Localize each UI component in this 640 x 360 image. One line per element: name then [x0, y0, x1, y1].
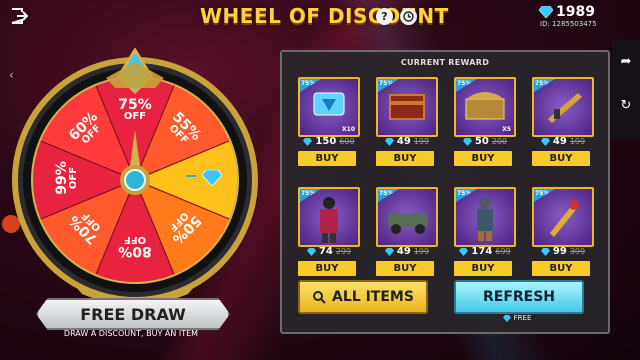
- item-card[interactable]: 75% X10: [298, 77, 360, 137]
- diamond-icon: [459, 247, 469, 256]
- buy-button[interactable]: BUY: [298, 261, 356, 276]
- item-card[interactable]: 75%: [376, 77, 438, 137]
- character-icon: [477, 197, 493, 241]
- diamond-reward-icon: [202, 170, 222, 186]
- buy-button[interactable]: BUY: [454, 151, 512, 166]
- diamond-icon: [384, 247, 394, 256]
- outfit-icon: [320, 197, 338, 243]
- buy-button[interactable]: BUY: [298, 151, 356, 166]
- diamond-icon: [540, 137, 550, 146]
- wheel-percent: 80%: [118, 243, 152, 259]
- old-price: 299: [335, 247, 352, 256]
- diamond-icon: [306, 247, 316, 256]
- arrow-indicator: [186, 175, 196, 177]
- buy-button[interactable]: BUY: [532, 151, 590, 166]
- diamond-balance[interactable]: 1989: [539, 4, 595, 20]
- free-draw-subtitle: DRAW A DISCOUNT, BUY AN ITEM: [63, 329, 199, 338]
- reward-item[interactable]: 75% X10 150 600 BUY: [294, 74, 362, 174]
- price-row: 49 199: [376, 246, 438, 257]
- all-items-button[interactable]: ALL ITEMS: [298, 280, 428, 314]
- reward-item[interactable]: 75% 49 199 BUY: [372, 74, 440, 174]
- price-row: 74 299: [298, 246, 360, 257]
- reward-item[interactable]: 75% 174 699 BUY: [450, 184, 518, 284]
- price: 50: [474, 136, 489, 147]
- reward-item[interactable]: 75% 99 399 BUY: [528, 184, 596, 284]
- item-card[interactable]: 75%: [298, 187, 360, 247]
- reward-item[interactable]: 75% X5 50 200 BUY: [450, 74, 518, 174]
- search-icon: [313, 291, 326, 304]
- refresh-button[interactable]: REFRESH: [454, 280, 584, 314]
- old-price: 199: [413, 137, 430, 146]
- price: 150: [315, 136, 337, 147]
- crate-icon: [389, 94, 425, 120]
- old-price: 200: [491, 137, 508, 146]
- price-row: 99 399: [532, 246, 594, 257]
- diamond-icon: [303, 137, 313, 146]
- diamond-icon: [539, 6, 553, 18]
- price: 49: [552, 136, 567, 147]
- item-card[interactable]: 75%: [376, 187, 438, 247]
- item-card[interactable]: 75%: [532, 77, 594, 137]
- price: 74: [318, 246, 333, 257]
- price-row: 150 600: [298, 136, 360, 147]
- refresh-side-icon[interactable]: ↻: [618, 98, 634, 114]
- diamond-icon: [540, 247, 550, 256]
- buy-button[interactable]: BUY: [532, 261, 590, 276]
- reward-grid: 75% X10 150 600 BUY 75% 49 199 BUY 75% X…: [294, 74, 598, 284]
- discount-wheel: 75% OFF 55% OFF 50% OFF 80% OFF 70% OFF 99% OFF 60% O…: [10, 48, 260, 298]
- old-price: 199: [413, 247, 430, 256]
- all-items-label: ALL ITEMS: [332, 289, 414, 305]
- reward-item[interactable]: 75% 49 199 BUY: [372, 184, 440, 284]
- price-row: 49 199: [532, 136, 594, 147]
- refresh-cost-label: FREE: [513, 314, 532, 322]
- buy-button[interactable]: BUY: [376, 261, 434, 276]
- diamond-count: 1989: [556, 4, 595, 20]
- panel-title: CURRENT REWARD: [400, 58, 490, 67]
- weapon-skin-icon: [548, 93, 582, 123]
- user-id: ID: 1285503475: [540, 20, 597, 28]
- exit-icon[interactable]: [8, 6, 28, 26]
- melee-icon: [550, 200, 579, 237]
- share-icon[interactable]: ➦: [618, 54, 634, 70]
- price-row: 50 200: [454, 136, 516, 147]
- diamond-icon: [384, 137, 394, 146]
- item-quantity: X10: [342, 126, 355, 133]
- item-quantity: X5: [502, 126, 511, 133]
- item-card[interactable]: 75%: [454, 187, 516, 247]
- old-price: 199: [569, 137, 586, 146]
- wheel-graphic: [12, 48, 258, 298]
- price: 174: [471, 246, 493, 257]
- price-row: 49 199: [376, 136, 438, 147]
- free-draw-button[interactable]: FREE DRAW: [36, 298, 230, 330]
- wheel-percent: 99%: [54, 161, 70, 195]
- old-price: 600: [339, 137, 355, 146]
- old-price: 399: [569, 247, 586, 256]
- item-card[interactable]: 75%: [532, 187, 594, 247]
- buy-button[interactable]: BUY: [376, 151, 434, 166]
- price-row: 174 699: [454, 246, 516, 257]
- old-price: 699: [495, 247, 511, 256]
- current-reward-panel: CURRENT REWARD 75% X10 150 600 BUY 75% 4…: [280, 50, 610, 334]
- diamond-icon: [462, 137, 472, 146]
- price: 49: [396, 246, 411, 257]
- vehicle-icon: [388, 213, 428, 234]
- reward-item[interactable]: 75% 49 199 BUY: [528, 74, 596, 174]
- price: 99: [552, 246, 567, 257]
- wheel-percent: 75%: [118, 97, 152, 113]
- clock-icon: [403, 11, 414, 22]
- item-card[interactable]: 75% X5: [454, 77, 516, 137]
- price: 49: [396, 136, 411, 147]
- reward-item[interactable]: 75% 74 299 BUY: [294, 184, 362, 284]
- history-button[interactable]: [400, 8, 417, 25]
- diamond-icon: [502, 314, 511, 322]
- buy-button[interactable]: BUY: [454, 261, 512, 276]
- refresh-cost: FREE: [454, 314, 580, 322]
- help-button[interactable]: ?: [376, 8, 393, 25]
